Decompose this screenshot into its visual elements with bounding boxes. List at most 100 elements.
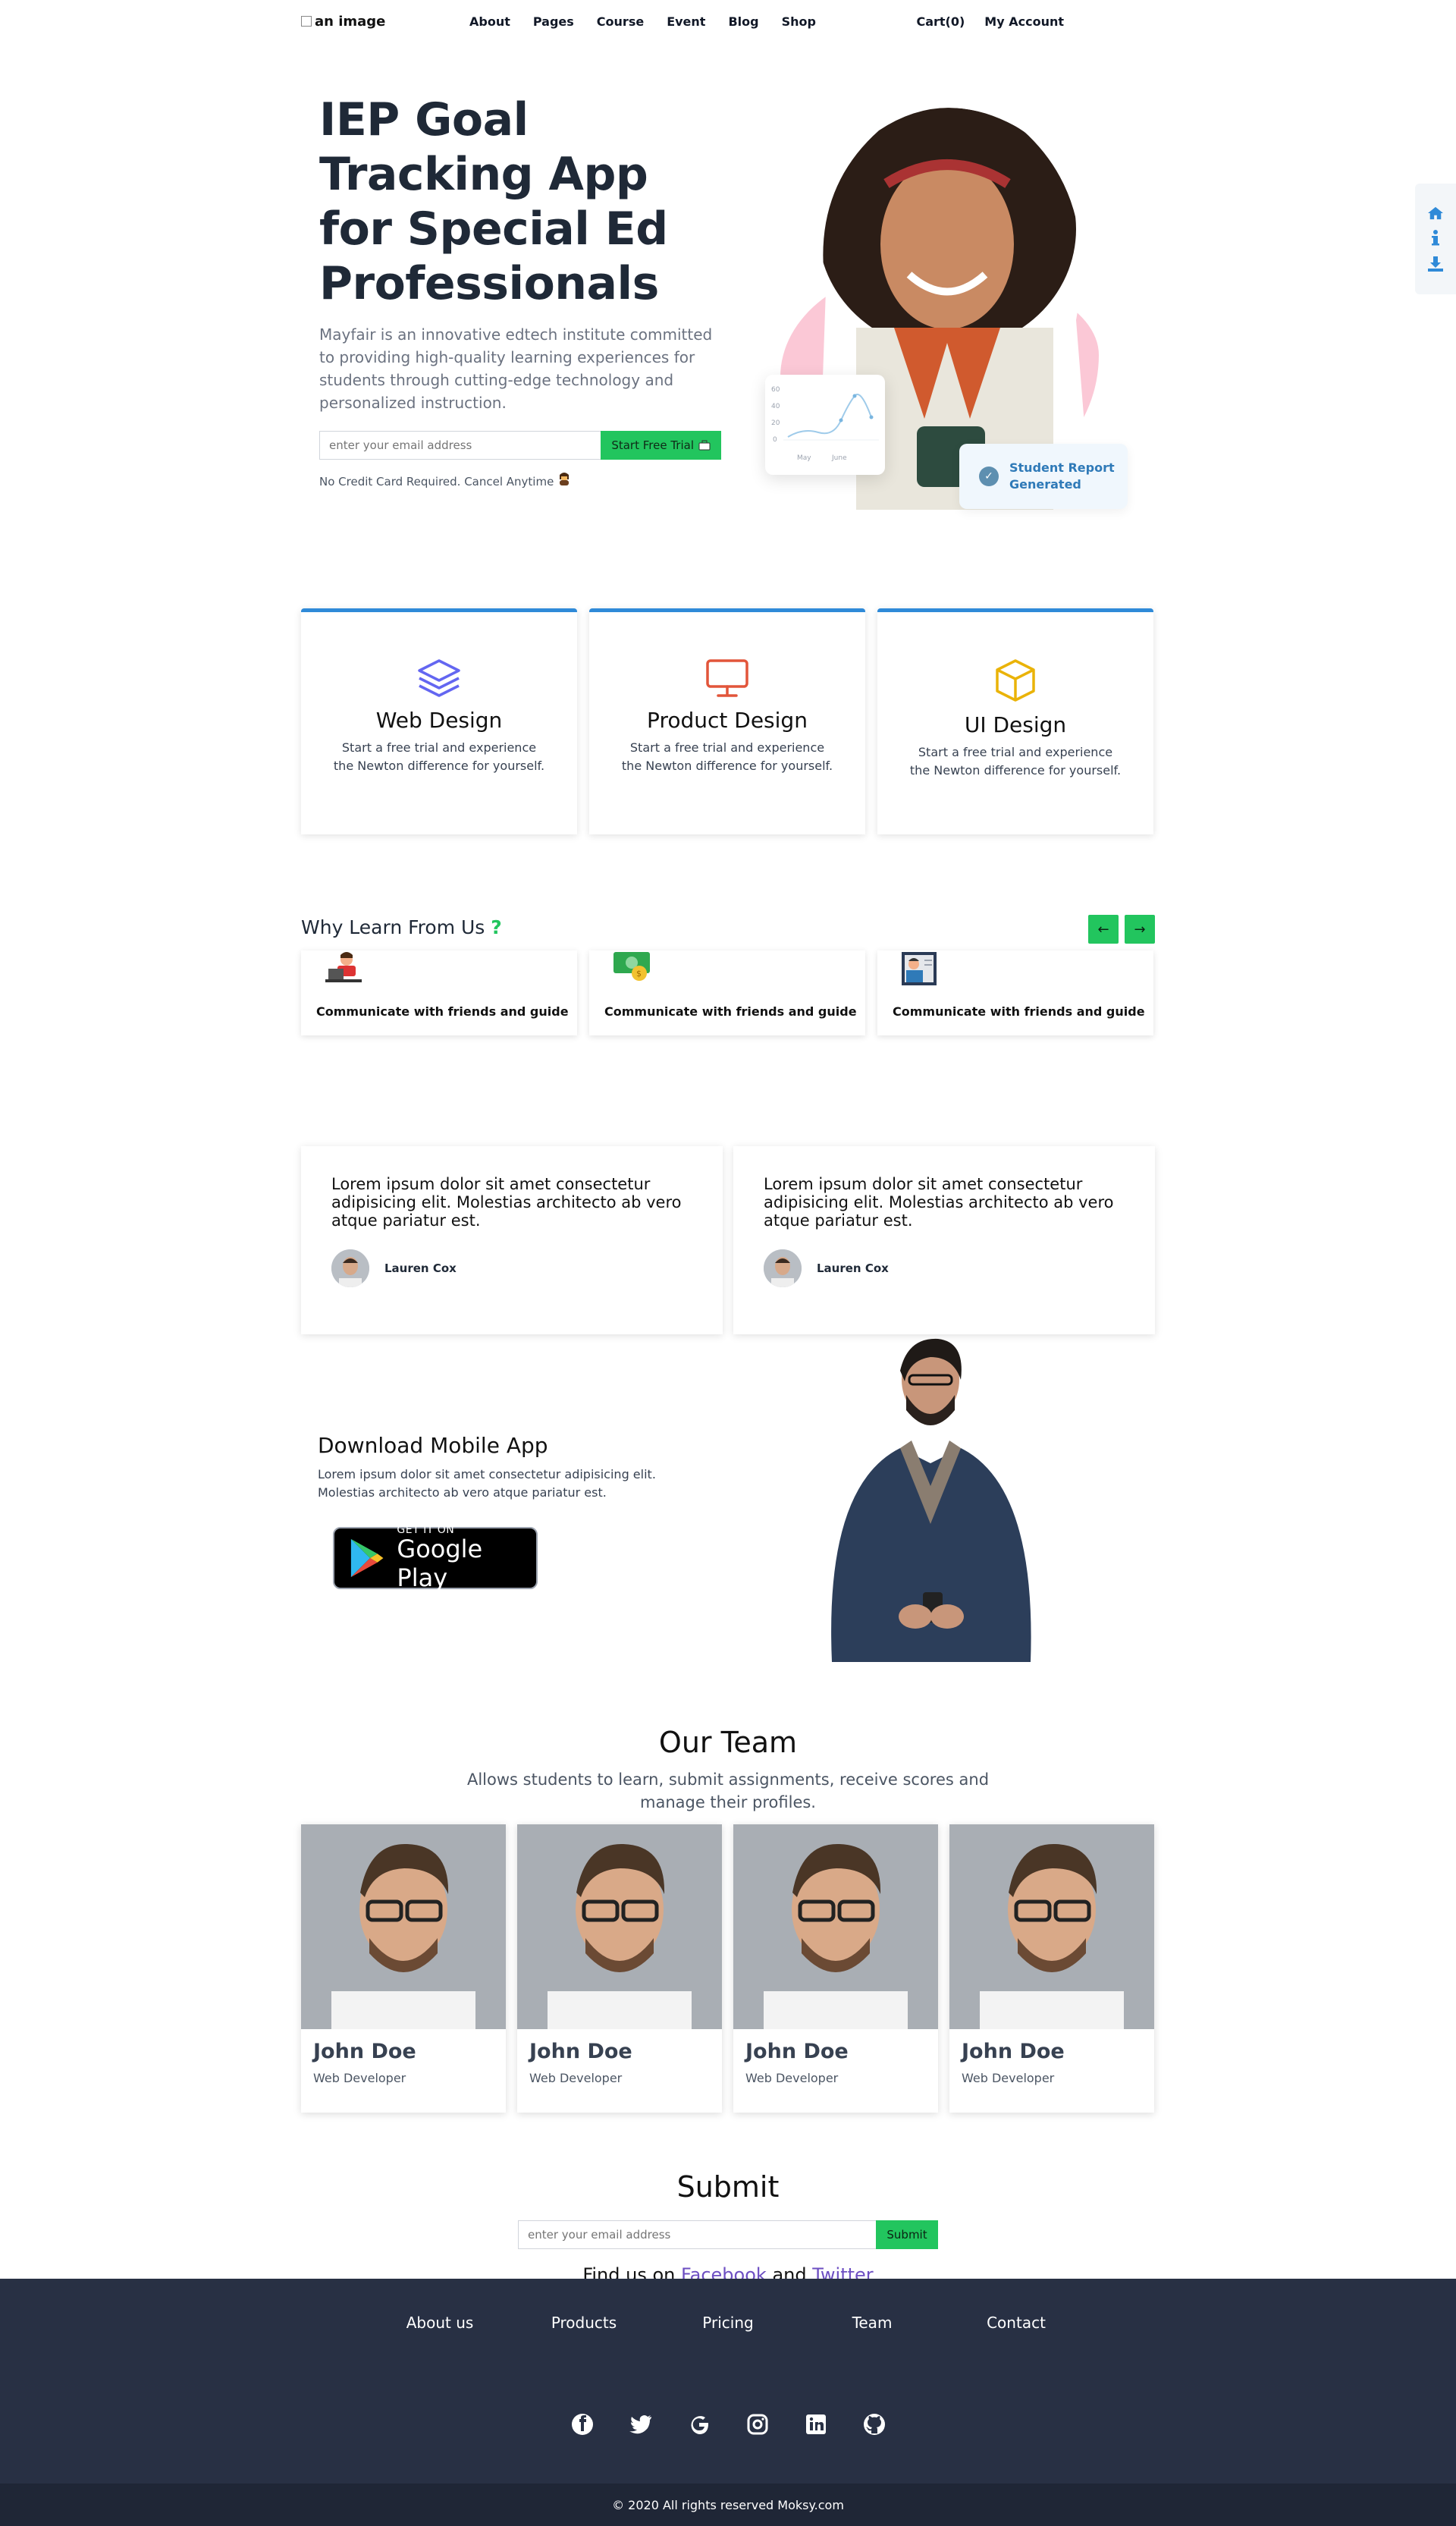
instagram-icon[interactable] — [745, 2412, 770, 2436]
nav-link-blog[interactable]: Blog — [728, 14, 758, 29]
feature-card[interactable]: Product Design Start a free trial and ex… — [589, 608, 865, 834]
feature-card[interactable]: UI Design Start a free trial and experie… — [877, 608, 1153, 834]
team-member-card[interactable]: John Doe Web Developer — [733, 1824, 938, 2113]
monitor-icon — [706, 659, 748, 697]
cart-link[interactable]: Cart(0) — [916, 14, 965, 29]
footer-link-team[interactable]: Team — [800, 2314, 944, 2332]
arrow-right-icon: → — [1134, 921, 1146, 938]
member-name: John Doe — [529, 2040, 632, 2063]
why-title-mark: ? — [491, 916, 502, 938]
info-icon[interactable] — [1431, 230, 1440, 247]
y-tick-60: 60 — [771, 386, 780, 394]
team-grid: John Doe Web Developer John Doe Web Deve… — [301, 1824, 1155, 2113]
why-card-label: Communicate with friends and guide — [604, 1004, 857, 1019]
nav-link-event[interactable]: Event — [667, 14, 705, 29]
footer-links: About us Products Pricing Team Contact — [0, 2314, 1456, 2332]
member-name: John Doe — [313, 2040, 416, 2063]
box-icon — [996, 659, 1035, 702]
why-card[interactable]: Communicate with friends and guide — [301, 950, 577, 1035]
next-button[interactable]: → — [1125, 915, 1155, 944]
author-name: Lauren Cox — [817, 1261, 889, 1275]
hero-section: IEP Goal Tracking App for Special Ed Pro… — [301, 42, 1155, 528]
footer-link-contact[interactable]: Contact — [944, 2314, 1088, 2332]
hero-note: No Credit Card Required. Cancel Anytime — [319, 472, 729, 489]
why-title: Why Learn From Us ? — [301, 916, 1155, 938]
nav-link-course[interactable]: Course — [597, 14, 644, 29]
nav-links: About Pages Course Event Blog Shop — [469, 14, 816, 29]
store-big-text: Google Play — [397, 1535, 483, 1592]
broken-image-icon — [301, 16, 312, 27]
member-role: Web Developer — [313, 2071, 406, 2085]
mobile-text: Lorem ipsum dolor sit amet consectetur a… — [318, 1467, 656, 1500]
why-card[interactable]: $ Communicate with friends and guide — [589, 950, 865, 1035]
y-tick-0: 0 — [773, 436, 777, 444]
why-section: Why Learn From Us ? ← → Communicate with… — [301, 915, 1155, 1035]
avatar — [331, 1249, 369, 1287]
github-icon[interactable] — [862, 2412, 886, 2436]
progress-chart-card: 60 40 20 0 May June — [765, 375, 885, 475]
nav-link-pages[interactable]: Pages — [533, 14, 574, 29]
hero-title: IEP Goal Tracking App for Special Ed Pro… — [319, 93, 668, 310]
nav-link-about[interactable]: About — [469, 14, 510, 29]
submit-section: Submit Submit Find us on Facebook and Tw… — [301, 2170, 1155, 2286]
submit-button[interactable]: Submit — [876, 2220, 938, 2249]
start-trial-button[interactable]: Start Free Trial — [601, 431, 721, 460]
feature-card[interactable]: Web Design Start a free trial and experi… — [301, 608, 577, 834]
footer-link-products[interactable]: Products — [512, 2314, 656, 2332]
download-icon[interactable] — [1427, 256, 1444, 272]
nav-right: Cart(0) My Account — [916, 14, 1064, 29]
feature-text: Start a free trial and experience the Ne… — [333, 740, 545, 773]
y-tick-20: 20 — [771, 419, 780, 427]
footer-link-about[interactable]: About us — [368, 2314, 512, 2332]
hero-note-text: No Credit Card Required. Cancel Anytime — [319, 475, 554, 489]
member-role: Web Developer — [529, 2071, 623, 2085]
hero-signup-form: Start Free Trial — [319, 431, 721, 460]
hero-email-input[interactable] — [319, 431, 601, 460]
start-trial-label: Start Free Trial — [611, 438, 694, 452]
social-links — [0, 2412, 1456, 2436]
nav-link-shop[interactable]: Shop — [782, 14, 816, 29]
avatar — [764, 1249, 802, 1287]
google-icon[interactable] — [687, 2412, 711, 2436]
team-member-card[interactable]: John Doe Web Developer — [517, 1824, 722, 2113]
prev-button[interactable]: ← — [1088, 915, 1119, 944]
why-card[interactable]: Communicate with friends and guide — [877, 950, 1153, 1035]
why-cards: Communicate with friends and guide $ Com… — [301, 950, 1155, 1035]
briefcase-icon — [698, 440, 711, 451]
member-name: John Doe — [745, 2040, 849, 2063]
member-role: Web Developer — [962, 2071, 1055, 2085]
logo[interactable]: an image — [301, 14, 407, 30]
testimonial-card: Lorem ipsum dolor sit amet consectetur a… — [733, 1146, 1155, 1334]
why-title-text: Why Learn From Us — [301, 916, 485, 938]
footer-link-pricing[interactable]: Pricing — [656, 2314, 800, 2332]
facebook-icon[interactable] — [570, 2412, 595, 2436]
account-link[interactable]: My Account — [984, 14, 1064, 29]
newsletter-email-input[interactable] — [518, 2220, 876, 2249]
hero-description: Mayfair is an innovative edtech institut… — [319, 325, 713, 412]
linkedin-icon[interactable] — [804, 2412, 828, 2436]
progress-chart: 60 40 20 0 May June — [771, 386, 879, 462]
testimonial-card: Lorem ipsum dolor sit amet consectetur a… — [301, 1146, 723, 1334]
twitter-icon[interactable] — [629, 2412, 653, 2436]
testimonial-text: Lorem ipsum dolor sit amet consectetur a… — [764, 1175, 1114, 1230]
mobile-title: Download Mobile App — [318, 1433, 548, 1458]
team-member-card[interactable]: John Doe Web Developer — [301, 1824, 506, 2113]
side-widget — [1415, 184, 1456, 294]
feature-title: UI Design — [964, 712, 1067, 737]
google-play-button[interactable]: GET IT ON Google Play — [333, 1524, 538, 1592]
author-name: Lauren Cox — [384, 1261, 457, 1275]
why-card-label: Communicate with friends and guide — [316, 1004, 569, 1019]
x-tick-may: May — [797, 454, 811, 462]
logo-alt-text: an image — [315, 13, 386, 30]
svg-text:$: $ — [636, 969, 642, 979]
person-emoji-icon — [560, 473, 570, 485]
feature-title: Product Design — [647, 708, 808, 733]
testimonial-author: Lauren Cox — [331, 1249, 692, 1287]
why-card-label: Communicate with friends and guide — [893, 1004, 1145, 1019]
team-member-card[interactable]: John Doe Web Developer — [949, 1824, 1154, 2113]
student-report-card: ✓ Student Report Generated — [959, 444, 1128, 509]
home-icon[interactable] — [1427, 206, 1444, 221]
testimonial-author: Lauren Cox — [764, 1249, 1125, 1287]
layers-icon — [418, 659, 460, 697]
footer: About us Products Pricing Team Contact ©… — [0, 2279, 1456, 2526]
